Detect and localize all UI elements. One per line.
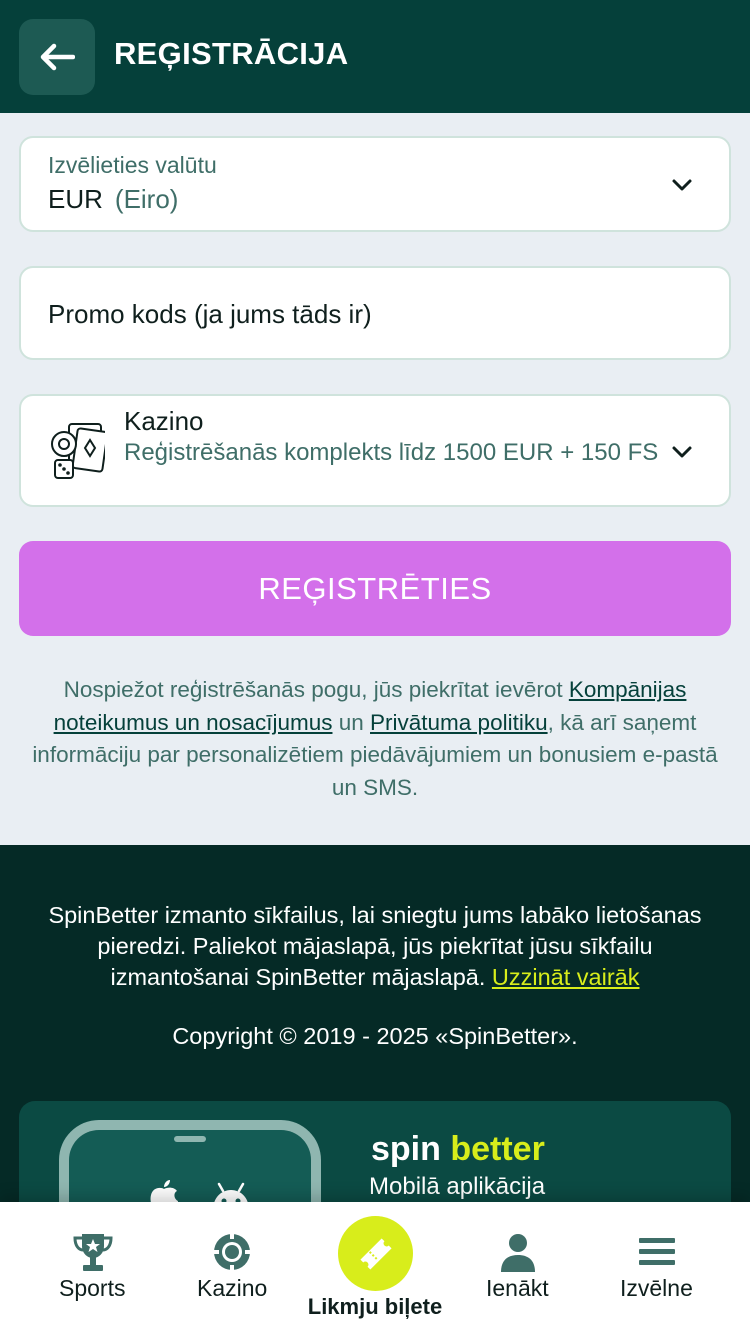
copyright: Copyright © 2019 - 2025 «SpinBetter». [172, 1023, 578, 1049]
spinbetter-logo: spin better [371, 1131, 545, 1167]
privacy-policy-link[interactable]: Privātuma politiku [370, 710, 548, 735]
promo-code-input[interactable]: Promo kods (ja jums tāds ir) [19, 266, 731, 360]
currency-value: EUR (Eiro) [48, 184, 178, 215]
currency-label: Izvēlieties valūtu [48, 152, 217, 178]
promo-code-placeholder: Promo kods (ja jums tāds ir) [48, 299, 372, 329]
nav-menu[interactable]: Izvēlne [597, 1202, 717, 1334]
register-button[interactable]: REĢISTRĒTIES [19, 541, 731, 636]
logo-better: better [450, 1130, 545, 1168]
back-button[interactable] [19, 19, 95, 95]
currency-select[interactable]: Izvēlieties valūtu EUR (Eiro) [19, 136, 731, 232]
chevron-down-icon [672, 179, 692, 191]
trophy-icon [73, 1234, 113, 1271]
logo-spin: spin [371, 1130, 441, 1168]
top-header: REĢISTRĀCIJA [0, 0, 750, 113]
cookie-notice: SpinBetter izmanto sīkfailus, lai sniegt… [30, 900, 720, 993]
bonus-select[interactable]: Kazino Reģistrēšanās komplekts līdz 1500… [19, 394, 731, 507]
menu-icon [639, 1238, 675, 1265]
arrow-left-icon [40, 43, 75, 71]
terms-text-part: un [332, 709, 371, 735]
bonus-description: Reģistrēšanās komplekts līdz 1500 EUR + … [124, 439, 659, 466]
nav-login[interactable]: Ienākt [458, 1202, 578, 1334]
nav-betslip[interactable] [338, 1216, 413, 1291]
ticket-icon [359, 1237, 392, 1270]
page-title: REĢISTRĀCIJA [114, 36, 349, 71]
bottom-navigation: Sports Kazino Likmju biļete Ienākt Izvēl… [0, 1202, 750, 1334]
phone-notch [174, 1136, 206, 1142]
bonus-title: Kazino [124, 406, 204, 436]
casino-chip-icon [212, 1232, 252, 1272]
casino-cards-dice-icon [51, 423, 105, 479]
mobile-app-label: Mobilā aplikācija [369, 1173, 546, 1200]
user-icon [501, 1234, 535, 1272]
nav-menu-label: Izvēlne [620, 1275, 693, 1301]
terms-text: Nospiežot reģistrēšanās pogu, jūs piekrī… [30, 674, 720, 804]
chevron-down-icon [672, 446, 692, 458]
terms-text-part: Nospiežot reģistrēšanās pogu, jūs piekrī… [63, 677, 569, 702]
learn-more-link[interactable]: Uzzināt vairāk [492, 964, 640, 990]
currency-code: EUR [48, 184, 103, 214]
nav-login-label: Ienākt [486, 1275, 549, 1301]
currency-name: (Eiro) [114, 184, 179, 214]
